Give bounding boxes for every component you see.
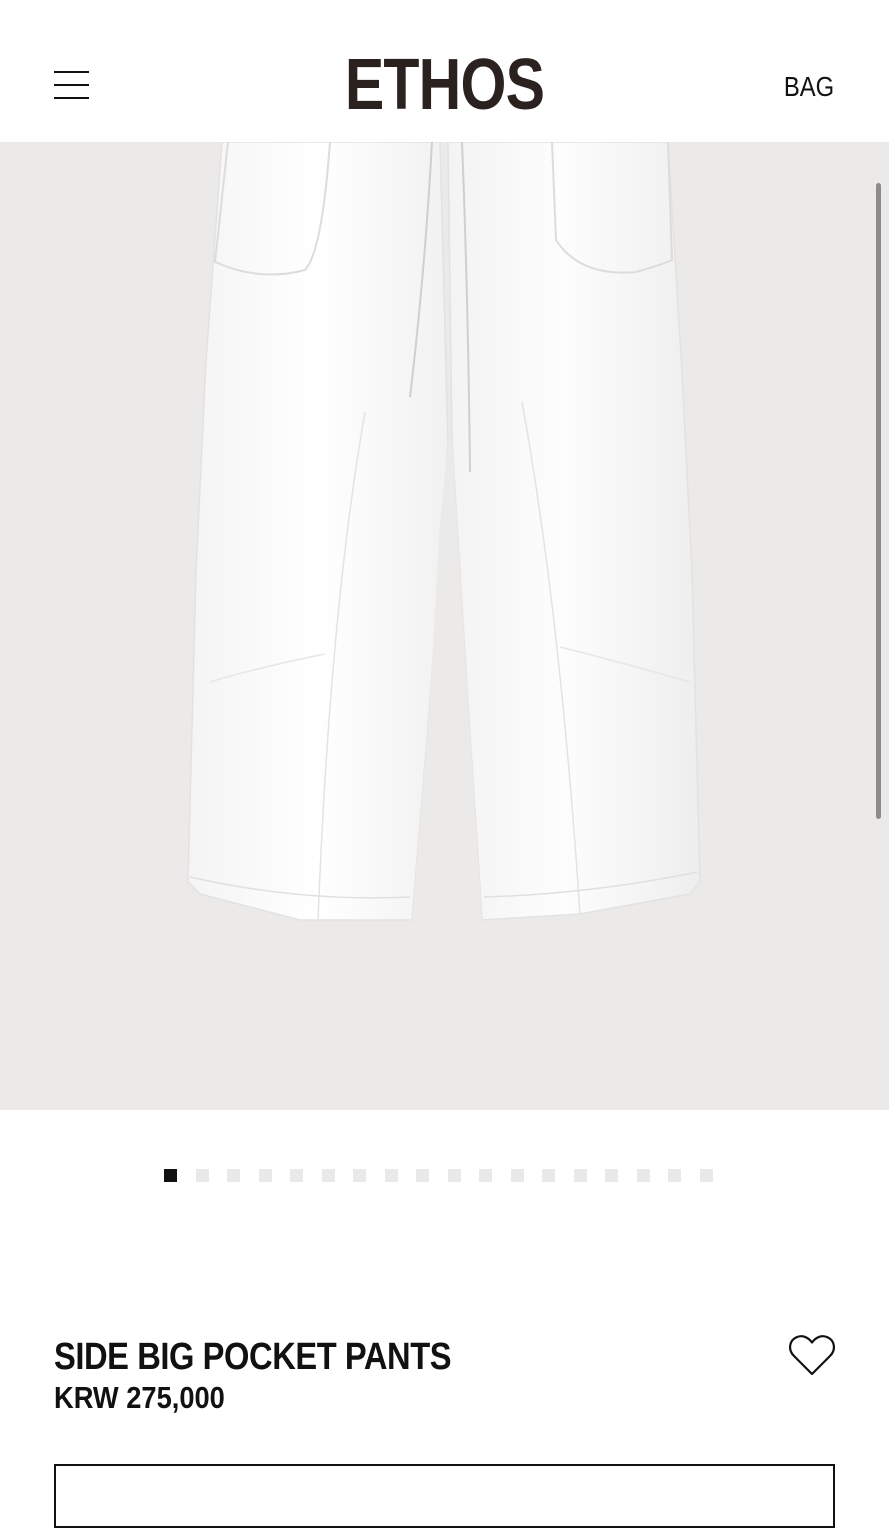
pagination-dot[interactable] xyxy=(699,1169,713,1182)
bag-link[interactable]: BAG xyxy=(784,70,834,104)
pagination-dot[interactable] xyxy=(573,1169,587,1182)
brand-logo[interactable]: ETHOS xyxy=(80,44,809,126)
pagination-dot[interactable] xyxy=(605,1169,618,1182)
pagination-dot[interactable] xyxy=(164,1169,177,1182)
product-title: SIDE BIG POCKET PANTS xyxy=(54,1336,452,1378)
pagination-dot[interactable] xyxy=(447,1169,461,1182)
pagination-dot[interactable] xyxy=(510,1169,524,1182)
pagination-dot[interactable] xyxy=(636,1169,650,1182)
product-price: KRW 275,000 xyxy=(54,1380,225,1415)
product-image xyxy=(187,142,701,921)
pagination-dot[interactable] xyxy=(479,1169,492,1182)
pagination-dot[interactable] xyxy=(195,1169,209,1182)
pagination-dot[interactable] xyxy=(258,1169,272,1182)
pagination-dot[interactable] xyxy=(668,1169,681,1182)
pagination-dot[interactable] xyxy=(416,1169,429,1182)
page-scrollbar[interactable] xyxy=(876,183,881,819)
gallery-pagination xyxy=(164,1169,713,1183)
pagination-dot[interactable] xyxy=(353,1169,366,1182)
pagination-dot[interactable] xyxy=(542,1169,555,1182)
heart-icon[interactable] xyxy=(787,1330,837,1380)
pagination-dot[interactable] xyxy=(321,1169,335,1182)
pagination-dot[interactable] xyxy=(384,1169,398,1182)
product-image-gallery[interactable] xyxy=(0,142,889,1110)
pagination-dot[interactable] xyxy=(290,1169,303,1182)
pagination-dot[interactable] xyxy=(227,1169,240,1182)
site-header: ETHOS BAG xyxy=(0,0,889,142)
option-select-box[interactable] xyxy=(54,1464,835,1528)
